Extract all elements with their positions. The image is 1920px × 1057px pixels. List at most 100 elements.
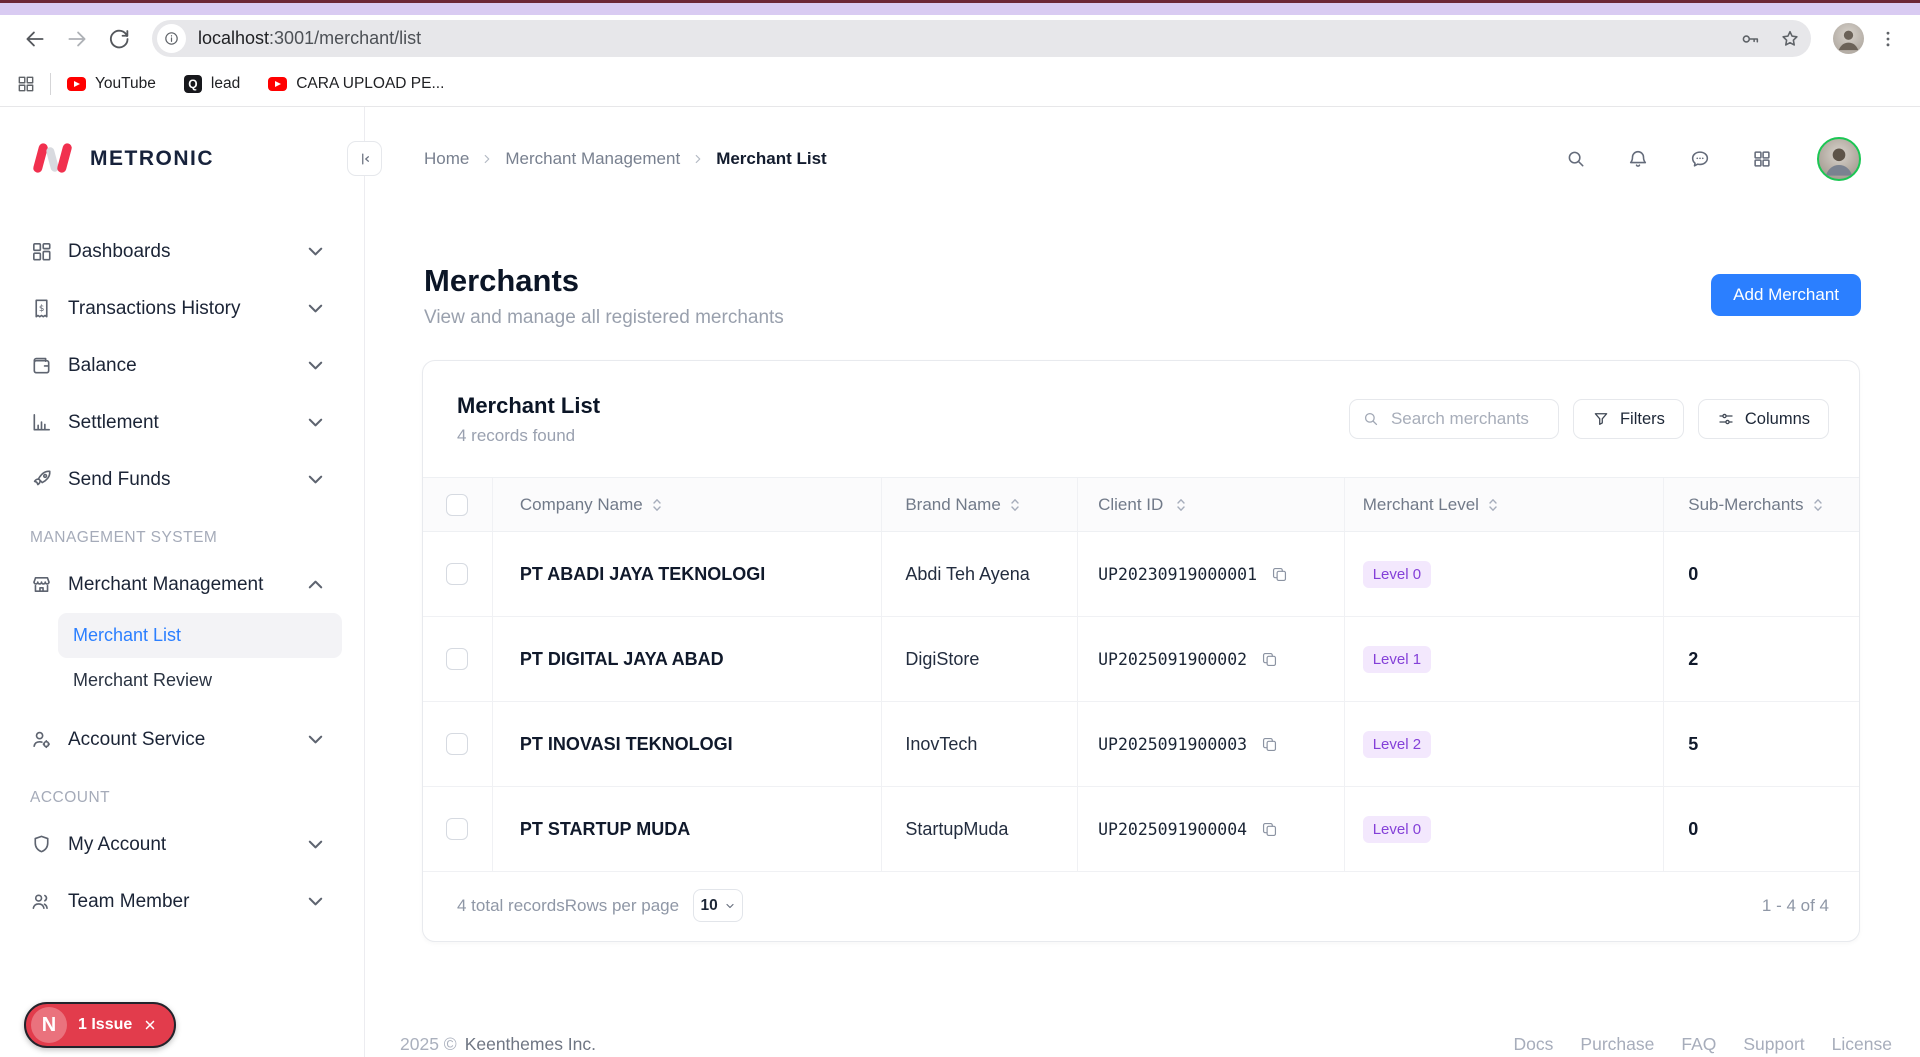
issue-count-label: 1 Issue: [78, 1016, 132, 1034]
columns-button[interactable]: Columns: [1698, 399, 1829, 439]
add-merchant-button[interactable]: Add Merchant: [1711, 274, 1861, 316]
chat-icon[interactable]: [1689, 148, 1711, 170]
row-checkbox[interactable]: [446, 563, 468, 585]
row-checkbox[interactable]: [446, 733, 468, 755]
sidebar-item-dashboards[interactable]: Dashboards: [30, 223, 342, 280]
merchant-level-badge: Level 0: [1363, 561, 1431, 588]
company-name: PT DIGITAL JAYA ABAD: [520, 649, 724, 670]
sidebar-item-team-member[interactable]: Team Member: [30, 873, 342, 930]
breadcrumb-current: Merchant List: [716, 149, 827, 169]
row-checkbox[interactable]: [446, 648, 468, 670]
bookmark-cara-upload[interactable]: CARA UPLOAD PE...: [268, 75, 444, 93]
breadcrumb-merchant-management[interactable]: Merchant Management: [505, 149, 680, 169]
sidebar-section-account: ACCOUNT: [30, 780, 342, 816]
column-header-brand[interactable]: Brand Name: [882, 478, 1078, 531]
back-icon[interactable]: [22, 26, 48, 52]
sidebar-item-balance[interactable]: Balance: [30, 337, 342, 394]
notifications-bell-icon[interactable]: [1627, 148, 1649, 170]
table-row: PT DIGITAL JAYA ABAD DigiStore UP2025091…: [423, 617, 1859, 702]
brand-name: StartupMuda: [905, 819, 1008, 840]
column-header-company[interactable]: Company Name: [493, 478, 882, 531]
url-bar[interactable]: localhost:3001/merchant/list: [152, 20, 1811, 57]
sidebar-collapse-button[interactable]: [347, 141, 382, 176]
select-all-checkbox-cell: [423, 478, 493, 531]
close-icon[interactable]: [143, 1018, 157, 1032]
client-id: UP2025091900003: [1098, 735, 1247, 754]
bookmarks-divider: [50, 73, 51, 95]
column-header-client-id[interactable]: Client ID: [1078, 478, 1345, 531]
column-header-sub-merchants[interactable]: Sub-Merchants: [1664, 478, 1859, 531]
search-merchants-input[interactable]: [1389, 408, 1546, 430]
select-all-checkbox[interactable]: [446, 494, 468, 516]
table-row: PT STARTUP MUDA StartupMuda UP2025091900…: [423, 787, 1859, 872]
forward-icon[interactable]: [64, 26, 90, 52]
row-checkbox[interactable]: [446, 818, 468, 840]
sidebar: METRONIC Dashboards $ Transactions Histo…: [0, 107, 365, 1057]
footer-link-docs[interactable]: Docs: [1514, 1034, 1554, 1055]
sub-merchants-count: 0: [1688, 564, 1698, 585]
sliders-icon: [1717, 410, 1735, 428]
bar-chart-icon: [30, 411, 53, 434]
sidebar-item-merchant-list[interactable]: Merchant List: [58, 613, 342, 658]
sidebar-item-transactions-history[interactable]: $ Transactions History: [30, 280, 342, 337]
column-header-merchant-level[interactable]: Merchant Level: [1345, 478, 1665, 531]
filter-funnel-icon: [1592, 410, 1610, 428]
client-id: UP2025091900004: [1098, 820, 1247, 839]
url-text: localhost:3001/merchant/list: [198, 28, 421, 49]
page-size-select[interactable]: 10: [693, 889, 743, 922]
apps-grid-icon[interactable]: [16, 74, 36, 94]
browser-menu-icon[interactable]: [1878, 29, 1898, 49]
copy-icon[interactable]: [1260, 650, 1279, 669]
wallet-icon: [30, 354, 53, 377]
youtube-favicon: [67, 77, 86, 91]
footer-link-license[interactable]: License: [1832, 1034, 1892, 1055]
table-footer: 4 total recordsRows per page 10 1 - 4 of…: [423, 870, 1859, 941]
footer-link-purchase[interactable]: Purchase: [1580, 1034, 1654, 1055]
breadcrumb-home[interactable]: Home: [424, 149, 469, 169]
table-row: PT ABADI JAYA TEKNOLOGI Abdi Teh Ayena U…: [423, 532, 1859, 617]
merchant-level-badge: Level 2: [1363, 731, 1431, 758]
copy-icon[interactable]: [1260, 735, 1279, 754]
chevron-down-icon: [304, 468, 327, 491]
company-name: PT STARTUP MUDA: [520, 819, 690, 840]
sidebar-item-label: Settlement: [68, 412, 159, 434]
sidebar-item-label: My Account: [68, 834, 166, 856]
brand-name: InovTech: [905, 734, 977, 755]
sidebar-item-my-account[interactable]: My Account: [30, 816, 342, 873]
table-row: PT INOVASI TEKNOLOGI InovTech UP20250919…: [423, 702, 1859, 787]
sidebar-item-label: Transactions History: [68, 298, 240, 320]
breadcrumb: Home Merchant Management Merchant List: [424, 149, 827, 169]
chevron-down-icon: [304, 890, 327, 913]
footer-link-faq[interactable]: FAQ: [1681, 1034, 1716, 1055]
merchant-search-box[interactable]: [1349, 399, 1559, 439]
sidebar-item-label: Account Service: [68, 729, 205, 751]
browser-profile-avatar[interactable]: [1833, 23, 1864, 54]
user-avatar[interactable]: [1817, 137, 1861, 181]
reload-icon[interactable]: [106, 26, 132, 52]
footer-company-link[interactable]: Keenthemes Inc.: [465, 1034, 596, 1055]
topbar: Home Merchant Management Merchant List: [365, 107, 1920, 210]
logo[interactable]: METRONIC: [30, 140, 214, 177]
copy-icon[interactable]: [1260, 820, 1279, 839]
topbar-icons: [1565, 137, 1861, 181]
passwords-key-icon[interactable]: [1739, 28, 1761, 50]
chevron-down-icon: [304, 728, 327, 751]
site-info-icon[interactable]: [157, 24, 186, 53]
sidebar-item-merchant-management[interactable]: Merchant Management: [30, 556, 342, 613]
sidebar-item-account-service[interactable]: Account Service: [30, 711, 342, 768]
bookmark-lead[interactable]: Qlead: [184, 75, 240, 93]
dev-issue-badge[interactable]: N 1 Issue: [24, 1002, 176, 1048]
filters-button[interactable]: Filters: [1573, 399, 1684, 439]
bookmark-star-icon[interactable]: [1779, 28, 1801, 50]
sidebar-item-settlement[interactable]: Settlement: [30, 394, 342, 451]
table-body: PT ABADI JAYA TEKNOLOGI Abdi Teh Ayena U…: [423, 532, 1859, 872]
sidebar-item-send-funds[interactable]: Send Funds: [30, 451, 342, 508]
page-subtitle: View and manage all registered merchants: [424, 307, 784, 329]
apps-grid-icon[interactable]: [1751, 148, 1773, 170]
sidebar-item-merchant-review[interactable]: Merchant Review: [58, 658, 342, 703]
search-icon[interactable]: [1565, 148, 1587, 170]
copy-icon[interactable]: [1270, 565, 1289, 584]
bookmark-youtube[interactable]: YouTube: [67, 75, 156, 93]
main-content: Home Merchant Management Merchant List M…: [365, 107, 1920, 1057]
footer-link-support[interactable]: Support: [1743, 1034, 1804, 1055]
